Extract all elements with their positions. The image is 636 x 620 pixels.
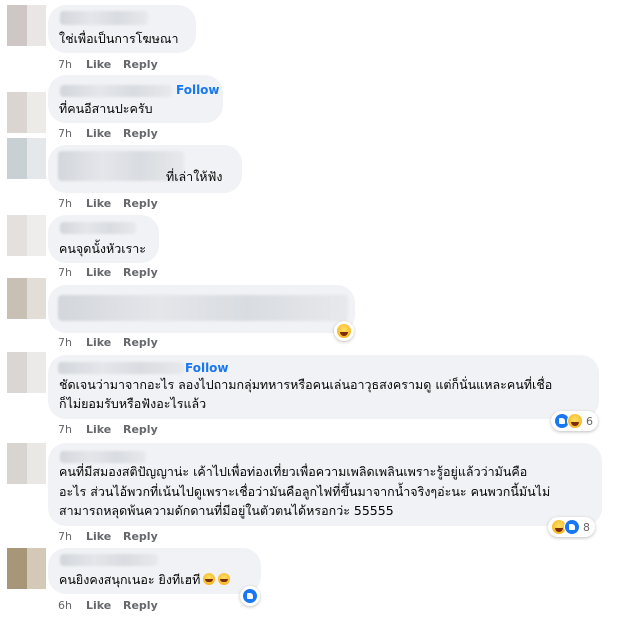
reaction-count: 8 [583,520,590,534]
like-button[interactable]: Like [86,127,111,140]
like-button[interactable]: Like [86,336,111,349]
comment-text: ที่เล่าให้ฟัง [166,169,223,184]
timestamp[interactable]: 7h [58,127,72,140]
follow-button[interactable]: Follow [185,361,229,375]
reply-button[interactable]: Reply [123,266,158,279]
comment-text: ก็ไม่ยอมรับหรือฟังอะไรแล้ว [59,396,207,411]
reply-button[interactable]: Reply [123,336,158,349]
follow-button[interactable]: Follow [176,83,220,97]
like-icon [564,519,580,535]
timestamp[interactable]: 7h [58,423,72,436]
author-name[interactable] [58,295,348,321]
avatar[interactable] [7,92,46,133]
reply-button[interactable]: Reply [123,197,158,210]
comment-text: ชัดเจนว่ามาจากอะไร ลองไปถามกลุ่มทหารหรือ… [59,377,553,392]
rofl-emoji-icon [218,573,231,585]
timestamp[interactable]: 6h [58,599,72,612]
reply-button[interactable]: Reply [123,58,158,71]
comment-bubble: คนจุดนั้งหัวเราะ [48,215,159,263]
comment-bubble: คนที่มีสมองสติปัญญาน่ะ เค้าไปเพื่อท่องเท… [48,443,602,526]
reply-button[interactable]: Reply [123,530,158,543]
timestamp[interactable]: 7h [58,336,72,349]
comment-text-body: คนยิงคงสนุกเนอะ ยิงทีเฮที [59,572,201,587]
comment-bubble: ที่เล่าให้ฟัง [48,145,242,193]
haha-icon [336,323,352,339]
author-name[interactable] [60,85,172,97]
like-icon [242,588,258,604]
like-button[interactable]: Like [86,58,111,71]
avatar[interactable] [7,5,46,46]
like-button[interactable]: Like [86,266,111,279]
avatar[interactable] [7,548,46,589]
reply-button[interactable]: Reply [123,423,158,436]
comment-text: อะไร ส่วนไอ้พวกที่เน้นไปดูเพราะเชื่อว่าม… [59,484,551,499]
haha-icon [567,413,583,429]
reaction-badge[interactable]: 6 [551,411,598,431]
timestamp[interactable]: 7h [58,197,72,210]
rofl-emoji-icon [203,573,216,585]
like-button[interactable]: Like [86,599,111,612]
like-button[interactable]: Like [86,423,111,436]
comment-text: คนจุดนั้งหัวเราะ [59,241,146,256]
comment-bubble: Follow ที่คนอีสานปะครับ [48,75,223,123]
like-button[interactable]: Like [86,530,111,543]
reply-button[interactable]: Reply [123,127,158,140]
comment-text: คนที่มีสมองสติปัญญาน่ะ เค้าไปเพื่อท่องเท… [59,464,528,479]
comment-text: ที่คนอีสานปะครับ [59,101,153,116]
reaction-badge[interactable]: 8 [548,517,595,537]
comment-bubble: คนยิงคงสนุกเนอะ ยิงทีเฮที [48,548,261,594]
comment-text: ใช่เพื่อเป็นการโฆษณา [59,31,179,46]
reaction-badge[interactable] [334,321,354,341]
comment-text: สามารถหลุดพ้นความดักดานที่มีอยู่ในตัวตนไ… [59,503,394,518]
reaction-count: 6 [586,414,593,428]
author-name[interactable] [60,222,136,234]
author-name[interactable] [58,362,184,374]
avatar[interactable] [7,278,46,319]
avatar[interactable] [7,138,46,179]
like-button[interactable]: Like [86,197,111,210]
author-name[interactable] [60,11,148,25]
comment-text: คนยิงคงสนุกเนอะ ยิงทีเฮที [59,570,231,590]
reaction-badge[interactable] [240,586,260,606]
timestamp[interactable]: 7h [58,58,72,71]
comment-bubble: Follow ชัดเจนว่ามาจากอะไร ลองไปถามกลุ่มท… [48,355,599,419]
author-name[interactable] [60,554,158,566]
reply-button[interactable]: Reply [123,599,158,612]
timestamp[interactable]: 7h [58,266,72,279]
comment-bubble: ใช่เพื่อเป็นการโฆษณา [48,5,196,53]
avatar[interactable] [7,443,46,484]
timestamp[interactable]: 7h [58,530,72,543]
avatar[interactable] [7,215,46,256]
comment-bubble [48,285,355,333]
avatar[interactable] [7,352,46,393]
